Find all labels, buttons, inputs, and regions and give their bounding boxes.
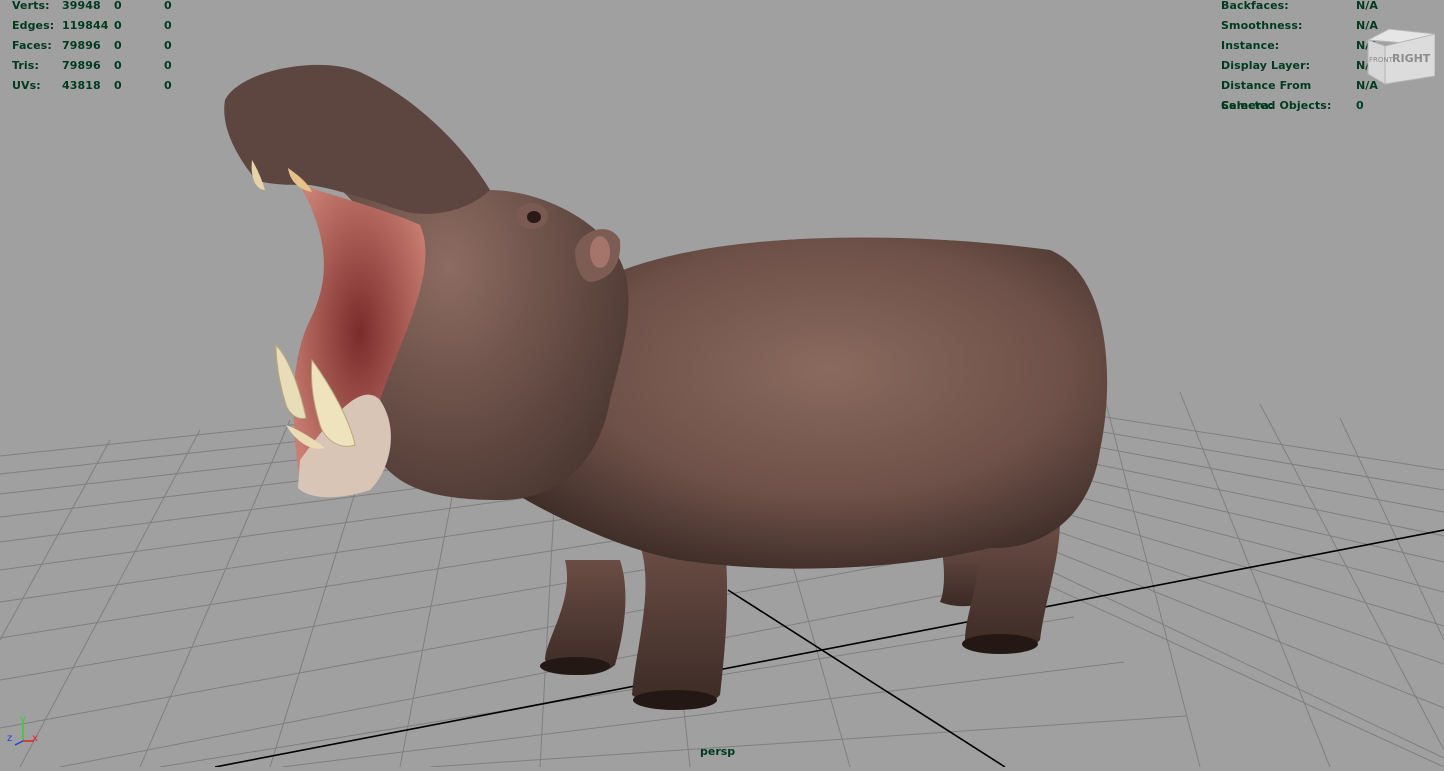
- hud-row: Tris: 79896 0 0: [12, 56, 184, 76]
- viewcube-right-label: RIGHT: [1392, 52, 1431, 65]
- hud-value: N/A: [1356, 0, 1379, 12]
- hud-label: Instance:: [1221, 39, 1280, 52]
- hud-label: Edges:: [12, 19, 55, 32]
- camera-name-label: persp: [700, 745, 736, 758]
- hud-value: 0: [1356, 99, 1364, 112]
- hud-value: 0: [114, 0, 122, 12]
- hud-row: Backfaces: N/A: [1221, 0, 1396, 16]
- hud-label: Tris:: [12, 59, 39, 72]
- hippo-model[interactable]: [224, 64, 1108, 710]
- hud-value: 0: [114, 59, 122, 72]
- axis-x-label: x: [32, 733, 38, 744]
- hud-label: Backfaces:: [1221, 0, 1289, 12]
- hud-label: Smoothness:: [1221, 19, 1303, 32]
- hud-value: 0: [114, 79, 122, 92]
- hud-row: Verts: 39948 0 0: [12, 0, 184, 16]
- hud-value: 0: [114, 19, 122, 32]
- hud-value: 0: [114, 39, 122, 52]
- poly-count-hud: Verts: 39948 0 0 Edges: 119844 0 0 Faces: 79896 0 0…: [12, 0, 184, 96]
- perspective-viewport[interactable]: Verts: 39948 0 0 Edges: 119844 0 0 Faces: 79896 0 0…: [0, 0, 1444, 768]
- hud-value: 0: [164, 59, 172, 72]
- hud-row: UVs: 43818 0 0: [12, 76, 184, 96]
- hud-value: 79896: [62, 59, 101, 72]
- hud-row: Faces: 79896 0 0: [12, 36, 184, 56]
- hud-value: 0: [164, 79, 172, 92]
- viewcube-front-label: FRONT: [1369, 56, 1394, 64]
- axis-y-label: y: [20, 714, 26, 725]
- hud-value: 0: [164, 19, 172, 32]
- hud-label: Display Layer:: [1221, 59, 1311, 72]
- hud-value: 119844: [62, 19, 109, 32]
- hud-label: Distance From Camera:: [1221, 79, 1312, 112]
- hud-label: Faces:: [12, 39, 52, 52]
- hud-value: 0: [164, 39, 172, 52]
- hud-label: UVs:: [12, 79, 41, 92]
- hud-label: Verts:: [12, 0, 50, 12]
- hud-row: Selected Objects: 0: [1221, 96, 1396, 116]
- hud-value: 79896: [62, 39, 101, 52]
- viewcube[interactable]: FRONT RIGHT: [1365, 26, 1435, 88]
- axis-gizmo: y x z: [7, 714, 38, 746]
- hud-value: 43818: [62, 79, 101, 92]
- hud-value: 0: [164, 0, 172, 12]
- hud-label: Selected Objects:: [1221, 99, 1332, 112]
- hud-value: 39948: [62, 0, 101, 12]
- hud-row: Edges: 119844 0 0: [12, 16, 184, 36]
- axis-z-label: z: [7, 733, 12, 744]
